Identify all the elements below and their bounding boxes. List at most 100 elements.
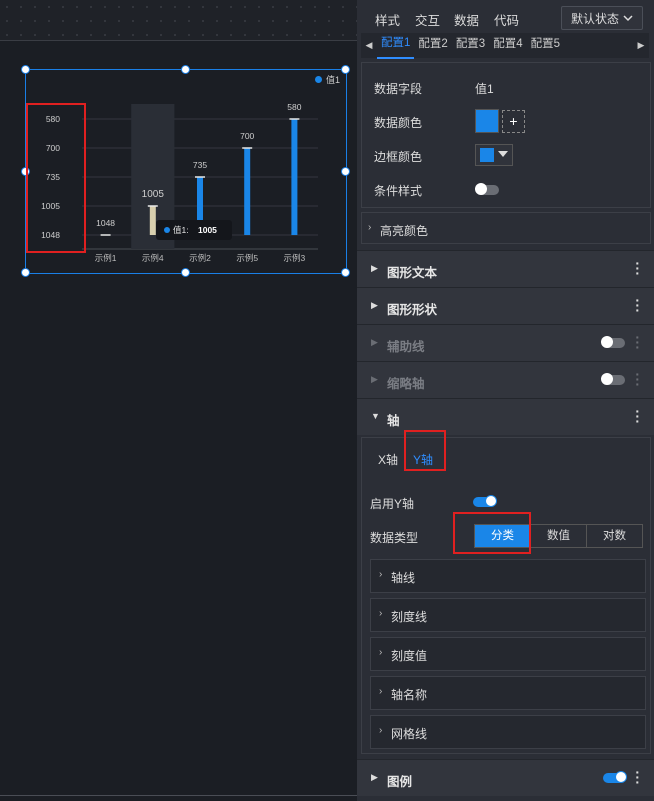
data-type-log[interactable]: 对数 [586, 525, 642, 547]
condition-style-toggle[interactable] [475, 183, 499, 195]
sub-tick-line[interactable]: › 刻度线 [370, 598, 646, 632]
data-field-label: 数据字段 [374, 82, 423, 96]
sub-tick-value[interactable]: › 刻度值 [370, 637, 646, 671]
chevron-right-icon: › [379, 569, 383, 580]
y-tab-highlight-box [404, 430, 446, 471]
sub-grid-line[interactable]: › 网格线 [370, 715, 646, 749]
sub-label: 网格线 [391, 727, 428, 741]
caret-right-icon: ▶ [371, 263, 378, 273]
chevron-right-icon: › [379, 608, 383, 619]
caret-right-icon: ▶ [371, 337, 378, 347]
section-title: 缩略轴 [387, 377, 425, 391]
more-icon[interactable]: · · · [635, 367, 640, 391]
y-axis-highlight-box [26, 103, 86, 253]
config-tab-5[interactable]: 配置5 [527, 33, 564, 58]
zoom-axis-toggle[interactable] [601, 373, 625, 385]
data-color-label: 数据颜色 [374, 116, 423, 130]
more-icon[interactable]: · · · [635, 293, 640, 317]
tooltip-series: 值1: [173, 225, 189, 235]
enable-y-toggle[interactable] [473, 495, 497, 507]
x-tick-label: 示例2 [189, 253, 211, 263]
resize-handle-t[interactable] [181, 65, 190, 74]
section-title: 图形形状 [387, 303, 438, 317]
config-tab-3[interactable]: 配置3 [452, 33, 489, 58]
tab-data[interactable]: 数据 [454, 10, 479, 29]
chevron-right-icon[interactable]: ▶ [633, 40, 649, 51]
more-icon[interactable]: · · · [635, 256, 640, 280]
section-axis[interactable]: ▼ 轴 · · · [357, 398, 654, 435]
tab-code[interactable]: 代码 [494, 10, 519, 29]
bar-value-label: 1005 [142, 189, 165, 200]
chevron-right-icon: › [379, 686, 383, 697]
caret-down-icon [498, 151, 508, 157]
tooltip-dot [164, 227, 170, 233]
resize-handle-bl[interactable] [21, 268, 30, 277]
border-color-label: 边框颜色 [374, 150, 423, 164]
chevron-right-icon: › [379, 725, 383, 736]
config-tab-4[interactable]: 配置4 [489, 33, 526, 58]
sub-label: 轴名称 [391, 688, 428, 702]
bar-value-label: 580 [287, 102, 301, 112]
property-panel: 样式 交互 数据 代码 默认状态 ◀ 配置1 配置2 配置3 配置4 配置5 ▶… [357, 0, 654, 801]
tooltip-value: 1005 [198, 225, 217, 235]
tab-interaction[interactable]: 交互 [415, 10, 440, 29]
section-shape-text[interactable]: ▶ 图形文本 · · · [357, 250, 654, 287]
more-icon[interactable]: · · · [635, 404, 640, 428]
chevron-right-icon: › [379, 647, 383, 658]
legend-toggle[interactable] [603, 771, 627, 783]
panel-tabs: 样式 交互 数据 代码 默认状态 [357, 0, 654, 35]
section-title: 辅助线 [387, 340, 425, 354]
sub-axis-name[interactable]: › 轴名称 [370, 676, 646, 710]
section-zoom-axis[interactable]: ▶ 缩略轴 · · · [357, 361, 654, 398]
border-color-select[interactable] [475, 144, 513, 166]
config-tab-2[interactable]: 配置2 [414, 33, 451, 58]
condition-style-label: 条件样式 [374, 184, 423, 198]
sub-axis-line[interactable]: › 轴线 [370, 559, 646, 593]
x-tick-label: 示例3 [284, 253, 306, 263]
border-color-swatch [480, 148, 494, 162]
data-type-value[interactable]: 数值 [530, 525, 586, 547]
data-type-highlight-box [453, 512, 531, 554]
resize-handle-tr[interactable] [341, 65, 350, 74]
sub-label: 轴线 [391, 571, 416, 585]
resize-handle-br[interactable] [341, 268, 350, 277]
section-shape-style[interactable]: ▶ 图形形状 · · · [357, 287, 654, 324]
chevron-left-icon[interactable]: ◀ [361, 40, 377, 51]
more-icon[interactable]: · · · [635, 765, 640, 789]
resize-handle-tl[interactable] [21, 65, 30, 74]
highlight-color-label: 高亮颜色 [380, 224, 429, 238]
highlight-color-collapse[interactable]: › 高亮颜色 [361, 212, 651, 244]
data-color-swatch[interactable] [475, 109, 499, 133]
bar [149, 206, 156, 235]
axis-settings: X轴 Y轴 启用Y轴 数据类型 分类 数值 对数 › 轴线 › 刻度线 › 刻度… [361, 430, 651, 754]
config-tabs: ◀ 配置1 配置2 配置3 配置4 配置5 ▶ [361, 32, 649, 59]
sub-label: 刻度值 [391, 649, 428, 663]
section-legend[interactable]: ▶ 图例 · · · [357, 759, 654, 796]
add-color-button[interactable]: + [502, 110, 525, 133]
bar [291, 119, 298, 235]
state-select-value: 默认状态 [570, 11, 619, 26]
resize-handle-r[interactable] [341, 167, 350, 176]
data-field-value[interactable]: 值1 [475, 80, 494, 97]
state-select[interactable]: 默认状态 [561, 6, 643, 30]
caret-right-icon: ▶ [371, 300, 378, 310]
caret-right-icon: ▶ [371, 772, 378, 782]
section-aux-line[interactable]: ▶ 辅助线 · · · [357, 324, 654, 361]
resize-handle-b[interactable] [181, 268, 190, 277]
aux-line-toggle[interactable] [601, 336, 625, 348]
more-icon[interactable]: · · · [635, 330, 640, 354]
bar-value-label: 700 [240, 131, 254, 141]
caret-down-icon: ▼ [371, 411, 380, 421]
config-tab-1[interactable]: 配置1 [377, 32, 415, 59]
section-title: 图例 [387, 775, 413, 789]
chevron-right-icon: › [368, 222, 372, 233]
sub-label: 刻度线 [391, 610, 428, 624]
enable-y-label: 启用Y轴 [370, 497, 415, 511]
data-type-label: 数据类型 [370, 531, 419, 545]
tab-x-axis[interactable]: X轴 [378, 451, 398, 468]
editor-canvas[interactable]: 值1 580 700 735 1005 1048 1048 示例1 1005 示例4 735 示例2… [0, 0, 357, 801]
canvas-divider [0, 795, 357, 796]
x-tick-label: 示例5 [236, 253, 258, 263]
x-tick-label: 示例4 [142, 253, 164, 263]
tab-style[interactable]: 样式 [375, 10, 400, 29]
